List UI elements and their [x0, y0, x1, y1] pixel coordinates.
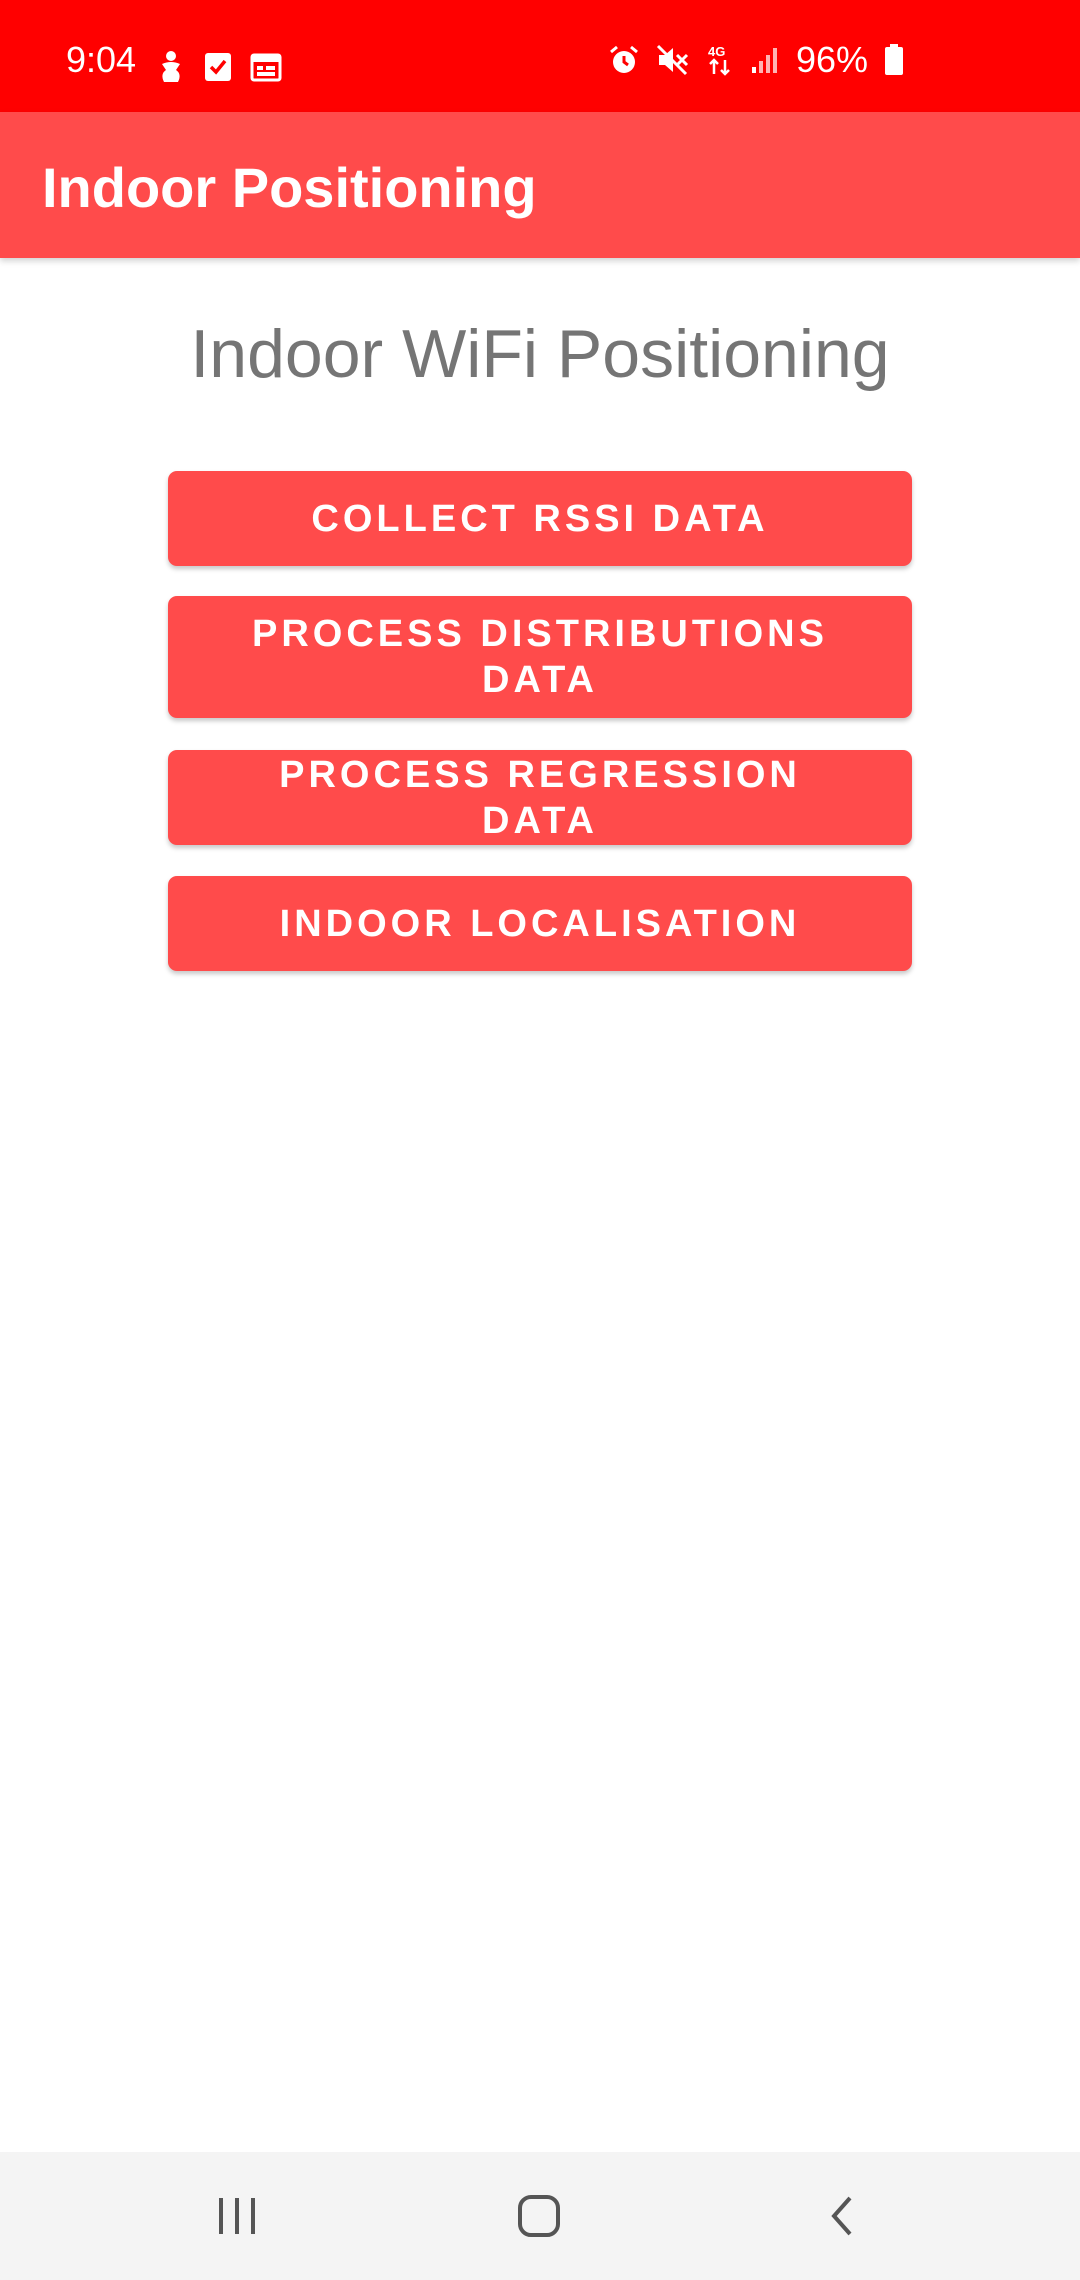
navigation-bar	[0, 2152, 1080, 2280]
mute-icon	[656, 44, 690, 76]
process-regression-data-button[interactable]: PROCESS REGRESSION DATA	[168, 750, 912, 845]
battery-percentage: 96%	[795, 39, 868, 80]
signal-icon	[750, 45, 780, 75]
status-bar: 9:04 4G 96%	[0, 0, 1080, 112]
main-content: Indoor WiFi Positioning COLLECT RSSI DAT…	[0, 258, 1080, 2152]
back-icon[interactable]	[811, 2186, 871, 2246]
battery-icon	[884, 44, 904, 76]
indoor-localisation-button[interactable]: INDOOR LOCALISATION	[168, 876, 912, 971]
home-icon[interactable]	[509, 2186, 569, 2246]
calendar-icon	[250, 52, 282, 82]
checkbox-icon	[204, 52, 232, 82]
app-title: Indoor Positioning	[42, 156, 537, 219]
network-4g-icon: 4G	[706, 43, 734, 77]
svg-text:4G: 4G	[708, 44, 725, 59]
status-notification-icons	[156, 50, 282, 84]
alarm-icon	[608, 44, 640, 76]
collect-rssi-data-button[interactable]: COLLECT RSSI DATA	[168, 471, 912, 566]
process-distributions-data-button[interactable]: PROCESS DISTRIBUTIONS DATA	[168, 596, 912, 718]
accessibility-icon	[156, 50, 186, 84]
status-time: 9:04	[66, 39, 137, 80]
recent-apps-icon[interactable]	[207, 2186, 267, 2246]
page-heading: Indoor WiFi Positioning	[190, 316, 890, 392]
app-bar: Indoor Positioning	[0, 112, 1080, 258]
status-system-icons: 4G 96%	[608, 40, 904, 80]
